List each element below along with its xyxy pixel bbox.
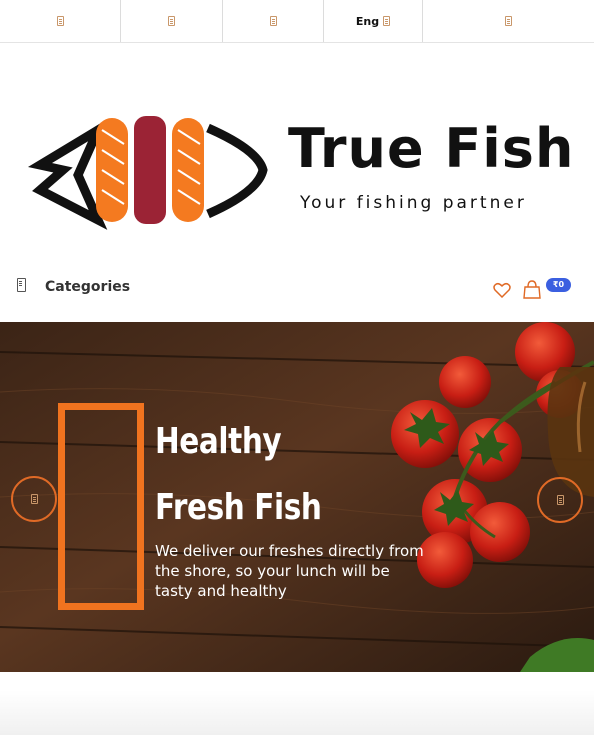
brand-title: True Fish	[288, 117, 575, 180]
arrow-right-icon	[556, 495, 564, 505]
categories-label[interactable]: Categories	[45, 279, 130, 295]
hero-heading-line1: Healthy	[155, 421, 282, 462]
wishlist-heart-icon[interactable]	[493, 282, 511, 298]
cart-total-badge[interactable]: ₹0	[546, 278, 571, 292]
arrow-left-icon	[30, 494, 38, 504]
shopping-bag-icon[interactable]	[522, 279, 542, 299]
top-bar: Eng	[0, 0, 594, 43]
content-section-start	[0, 690, 594, 735]
phone-icon	[56, 16, 64, 26]
slider-prev-button[interactable]	[11, 476, 57, 522]
brand-tagline: Your fishing partner	[300, 193, 527, 213]
categories-menu-icon[interactable]	[17, 278, 26, 292]
hero-banner: Healthy Fresh Fish We deliver our freshe…	[0, 322, 594, 672]
topbar-item-location[interactable]	[223, 0, 324, 42]
language-selector[interactable]: Eng	[324, 0, 423, 42]
topbar-item-mail[interactable]	[121, 0, 223, 42]
sushi-pieces	[96, 116, 204, 224]
fish-tail-shape	[206, 123, 268, 219]
hero-heading-line2: Fresh Fish	[155, 487, 322, 528]
hero-description: We deliver our freshes directly from the…	[155, 542, 424, 600]
location-icon	[269, 16, 277, 26]
user-icon	[505, 16, 512, 26]
mail-icon	[168, 16, 175, 26]
topbar-item-phone[interactable]	[0, 0, 121, 42]
hero-orange-frame	[58, 403, 144, 610]
topbar-item-account[interactable]	[423, 0, 594, 42]
language-label: Eng	[355, 14, 380, 28]
slider-next-button[interactable]	[537, 477, 583, 523]
chevron-down-icon	[383, 16, 391, 26]
fish-head-shape	[27, 118, 108, 230]
